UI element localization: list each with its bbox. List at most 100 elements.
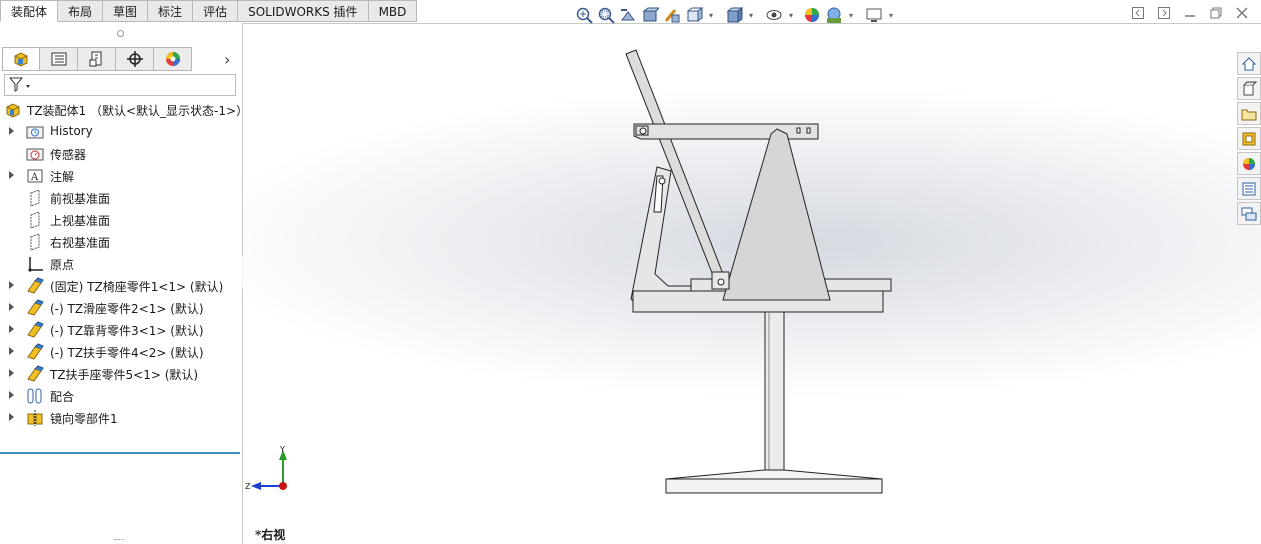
plane-icon bbox=[30, 189, 40, 207]
chair-assembly-model[interactable] bbox=[243, 24, 1261, 544]
displaymanager-icon bbox=[165, 52, 180, 66]
section-view-icon[interactable] bbox=[640, 5, 660, 25]
apply-scene-dropdown-icon[interactable]: ▾ bbox=[846, 5, 856, 25]
chevron-right-icon[interactable]: › bbox=[224, 50, 230, 69]
tab-sketch[interactable]: 草图 bbox=[103, 0, 149, 22]
tab-mbd[interactable]: MBD bbox=[368, 0, 418, 22]
tree-item-sensors[interactable]: 传感器 bbox=[0, 143, 242, 165]
tree-item-label: 镜向零部件1 bbox=[50, 412, 118, 426]
tree-item-component[interactable]: TZ扶手座零件5<1> (默认) bbox=[0, 363, 242, 385]
tab-markup[interactable]: 标注 bbox=[148, 0, 194, 22]
forum-icon[interactable] bbox=[1237, 202, 1261, 225]
display-style-dropdown-icon[interactable]: ▾ bbox=[746, 5, 756, 25]
expand-arrow-icon[interactable] bbox=[9, 413, 14, 421]
view-orientation-icon[interactable] bbox=[684, 5, 704, 25]
task-pane-home-icon[interactable] bbox=[1237, 52, 1261, 75]
tree-item-mates[interactable]: 配合 bbox=[0, 385, 242, 407]
armrest-support-part bbox=[722, 128, 831, 301]
pane-grip[interactable] bbox=[0, 23, 242, 45]
command-manager: 装配体 布局 草图 标注 评估 SOLIDWORKS 插件 MBD ▾ ▾ ▾ … bbox=[0, 0, 1261, 24]
tab-solidworks-addins[interactable]: SOLIDWORKS 插件 bbox=[238, 0, 369, 22]
tab-layout[interactable]: 布局 bbox=[58, 0, 104, 22]
expand-arrow-icon[interactable] bbox=[9, 281, 14, 289]
expand-arrow-icon[interactable] bbox=[9, 303, 14, 311]
annotation-icon: A bbox=[27, 169, 43, 183]
svg-text:A: A bbox=[30, 172, 39, 183]
expand-arrow-icon[interactable] bbox=[9, 171, 14, 179]
assembly-icon bbox=[6, 103, 20, 118]
tree-item-label: (-) TZ扶手零件4<2> (默认) bbox=[50, 346, 204, 360]
tree-item-annotations[interactable]: A 注解 bbox=[0, 165, 242, 187]
document-window-controls bbox=[1129, 4, 1251, 22]
tree-item-component[interactable]: (-) TZ靠背零件3<1> (默认) bbox=[0, 319, 242, 341]
expand-arrow-icon[interactable] bbox=[9, 127, 14, 135]
propertymanager-tab[interactable] bbox=[40, 47, 78, 71]
expand-arrow-icon[interactable] bbox=[9, 347, 14, 355]
tree-root-assembly[interactable]: TZ装配体1 （默认<默认_显示状态-1>） bbox=[0, 99, 248, 121]
view-settings-icon[interactable] bbox=[864, 5, 884, 25]
tree-item-label: 原点 bbox=[50, 258, 75, 272]
tab-evaluate[interactable]: 评估 bbox=[193, 0, 239, 22]
view-settings-dropdown-icon[interactable]: ▾ bbox=[886, 5, 896, 25]
filter-icon bbox=[8, 77, 30, 92]
close-icon[interactable] bbox=[1233, 4, 1251, 22]
design-library-icon[interactable] bbox=[1237, 77, 1261, 100]
tree-item-top-plane[interactable]: 上视基准面 bbox=[0, 209, 242, 231]
hide-show-items-icon[interactable] bbox=[764, 5, 784, 25]
tree-item-history[interactable]: History bbox=[0, 121, 242, 143]
tree-item-component[interactable]: (固定) TZ椅座零件1<1> (默认) bbox=[0, 275, 242, 297]
tree-item-right-plane[interactable]: 右视基准面 bbox=[0, 231, 242, 253]
feature-manager-pane: › TZ装配体1 （默认<默认_显示状态-1>） History 传感器 A 注… bbox=[0, 23, 248, 544]
displaymanager-tab[interactable] bbox=[154, 47, 192, 71]
configurationmanager-tab[interactable] bbox=[78, 47, 116, 71]
display-style-icon[interactable] bbox=[724, 5, 744, 25]
triad-y-label: Y bbox=[279, 445, 285, 454]
edit-appearance-icon[interactable] bbox=[802, 5, 822, 25]
previous-view-icon[interactable] bbox=[618, 5, 638, 25]
plane-icon bbox=[30, 211, 40, 229]
tree-item-label: 配合 bbox=[50, 390, 75, 404]
pane-resize-grip[interactable] bbox=[114, 539, 124, 543]
tree-item-label: (-) TZ靠背零件3<1> (默认) bbox=[50, 324, 204, 338]
tab-assembly[interactable]: 装配体 bbox=[0, 0, 59, 22]
tree-item-component[interactable]: (-) TZ滑座零件2<1> (默认) bbox=[0, 297, 242, 319]
expand-arrow-icon[interactable] bbox=[9, 391, 14, 399]
plane-icon bbox=[30, 233, 40, 251]
dynamic-annotation-icon[interactable] bbox=[662, 5, 682, 25]
zoom-to-fit-icon[interactable] bbox=[574, 5, 594, 25]
view-palette-icon[interactable] bbox=[1237, 127, 1261, 150]
tree-filter-field[interactable] bbox=[4, 74, 236, 96]
tree-item-label: 上视基准面 bbox=[50, 214, 111, 228]
tree-item-component[interactable]: (-) TZ扶手零件4<2> (默认) bbox=[0, 341, 242, 363]
manager-tabs bbox=[2, 47, 192, 71]
origin-icon bbox=[28, 257, 43, 272]
view-orientation-dropdown-icon[interactable]: ▾ bbox=[706, 5, 716, 25]
tree-item-mirror-component[interactable]: 镜向零部件1 bbox=[0, 407, 242, 429]
expand-arrow-icon[interactable] bbox=[9, 369, 14, 377]
expand-arrow-icon[interactable] bbox=[9, 325, 14, 333]
view-orientation-label: *右视 bbox=[255, 528, 286, 542]
dimxpert-icon bbox=[126, 51, 143, 67]
panel-right-icon[interactable] bbox=[1155, 4, 1173, 22]
tree-item-origin[interactable]: 原点 bbox=[0, 253, 242, 275]
featuremanager-tab[interactable] bbox=[2, 47, 40, 71]
file-explorer-icon[interactable] bbox=[1237, 102, 1261, 125]
restore-icon[interactable] bbox=[1207, 4, 1225, 22]
tree-root-label: TZ装配体1 （默认<默认_显示状态-1>） bbox=[27, 104, 249, 118]
dimxpertmanager-tab[interactable] bbox=[116, 47, 154, 71]
appearances-scenes-icon[interactable] bbox=[1237, 152, 1261, 175]
rollback-bar[interactable] bbox=[0, 452, 240, 454]
column-part bbox=[764, 311, 785, 471]
backrest-part bbox=[625, 49, 724, 279]
hide-show-dropdown-icon[interactable]: ▾ bbox=[786, 5, 796, 25]
minimize-icon[interactable] bbox=[1181, 4, 1199, 22]
custom-properties-icon[interactable] bbox=[1237, 177, 1261, 200]
zoom-to-area-icon[interactable] bbox=[596, 5, 616, 25]
graphics-area[interactable]: Y Z *右视 bbox=[243, 24, 1261, 544]
part-icon bbox=[27, 277, 44, 294]
apply-scene-icon[interactable] bbox=[824, 5, 844, 25]
panel-left-icon[interactable] bbox=[1129, 4, 1147, 22]
featuremanager-icon bbox=[14, 52, 28, 67]
armrest-part bbox=[633, 123, 819, 140]
tree-item-front-plane[interactable]: 前视基准面 bbox=[0, 187, 242, 209]
